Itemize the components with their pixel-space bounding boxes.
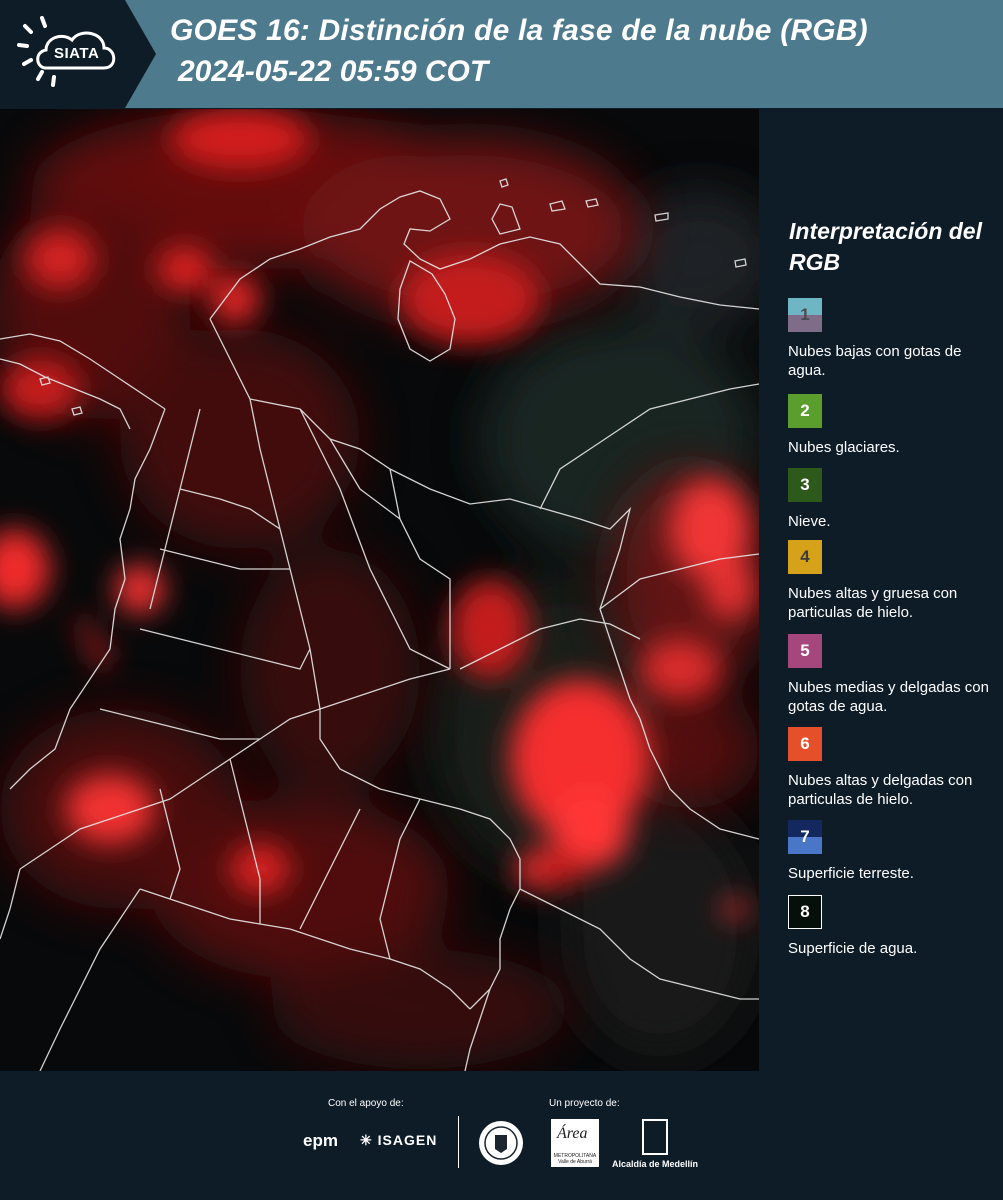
legend-number-8: 8	[800, 902, 810, 921]
legend-swatch-3: 3	[788, 468, 822, 502]
header: SIATA GOES 16: Distinción de la fase de …	[0, 0, 1003, 108]
legend-swatch-4: 4	[788, 540, 822, 574]
project-label: Un proyecto de:	[549, 1098, 620, 1109]
satellite-map	[0, 109, 759, 1071]
medellin-icon	[642, 1119, 668, 1155]
support-label: Con el apoyo de:	[328, 1098, 404, 1109]
legend-number-1: 1	[800, 305, 810, 324]
legend-number-7: 7	[800, 827, 810, 846]
legend-desc-2: Nubes glaciares.	[788, 439, 900, 456]
legend-number-5: 5	[800, 641, 810, 660]
legend-item-4: 4 Nubes altas y gruesa con particulas de…	[788, 540, 998, 622]
legend-number-6: 6	[800, 734, 810, 753]
legend-desc-8: Superficie de agua.	[788, 940, 918, 957]
legend-item-2: 2 Nubes glaciares.	[788, 394, 998, 457]
legend-item-8: 8 Superficie de agua.	[788, 895, 998, 958]
legend-swatch-2: 2	[788, 394, 822, 428]
legend-desc-5: Nubes medias y delgadas con gotas de agu…	[788, 679, 989, 715]
legend-swatch-6: 6	[788, 727, 822, 761]
legend-desc-4: Nubes altas y gruesa con particulas de h…	[788, 585, 958, 621]
page-datetime: 2024-05-22 05:59 COT	[178, 55, 489, 88]
epm-logo: epm	[303, 1131, 338, 1150]
legend-number-2: 2	[800, 401, 810, 420]
legend-title: Interpretación del RGB	[789, 218, 982, 275]
legend-item-6: 6 Nubes altas y delgadas con particulas …	[788, 727, 998, 809]
isagen-icon: ✳	[360, 1132, 373, 1148]
legend-item-7: 7 Superficie terreste.	[788, 820, 998, 883]
legend-swatch-1: 1	[788, 298, 822, 332]
area-metropolitana-logo: Área METROPOLITANA Valle de Aburrá	[551, 1119, 599, 1167]
footer-divider	[458, 1116, 459, 1168]
seal-logo	[477, 1119, 525, 1172]
area-logo-subtext: METROPOLITANA Valle de Aburrá	[553, 1153, 597, 1165]
legend-desc-1: Nubes bajas con gotas de agua.	[788, 343, 962, 379]
page-title: GOES 16: Distinción de la fase de la nub…	[170, 14, 868, 47]
legend-desc-6: Nubes altas y delgadas con particulas de…	[788, 772, 973, 808]
legend-item-3: 3 Nieve.	[788, 468, 998, 531]
legend-number-4: 4	[800, 547, 810, 566]
legend-item-1: 1 Nubes bajas con gotas de agua.	[788, 298, 998, 380]
siata-logo-text: SIATA	[54, 45, 100, 62]
legend-item-5: 5 Nubes medias y delgadas con gotas de a…	[788, 634, 998, 716]
area-logo-text: Área	[557, 1125, 588, 1142]
legend-panel: Interpretación del RGB 1 Nubes bajas con…	[760, 109, 1003, 1071]
isagen-text: ISAGEN	[377, 1132, 438, 1148]
legend-number-3: 3	[800, 475, 810, 494]
medellin-label: Alcaldía de Medellín	[612, 1159, 699, 1169]
siata-logo: SIATA	[0, 0, 158, 108]
legend-desc-7: Superficie terreste.	[788, 865, 914, 882]
legend-desc-3: Nieve.	[788, 513, 831, 530]
legend-swatch-5: 5	[788, 634, 822, 668]
isagen-logo: ✳ ISAGEN	[360, 1132, 437, 1149]
satellite-image	[0, 109, 759, 1071]
legend-swatch-7: 7	[788, 820, 822, 854]
footer: Con el apoyo de: Un proyecto de: epm ✳ I…	[0, 1071, 1003, 1200]
legend-swatch-8: 8	[788, 895, 822, 929]
